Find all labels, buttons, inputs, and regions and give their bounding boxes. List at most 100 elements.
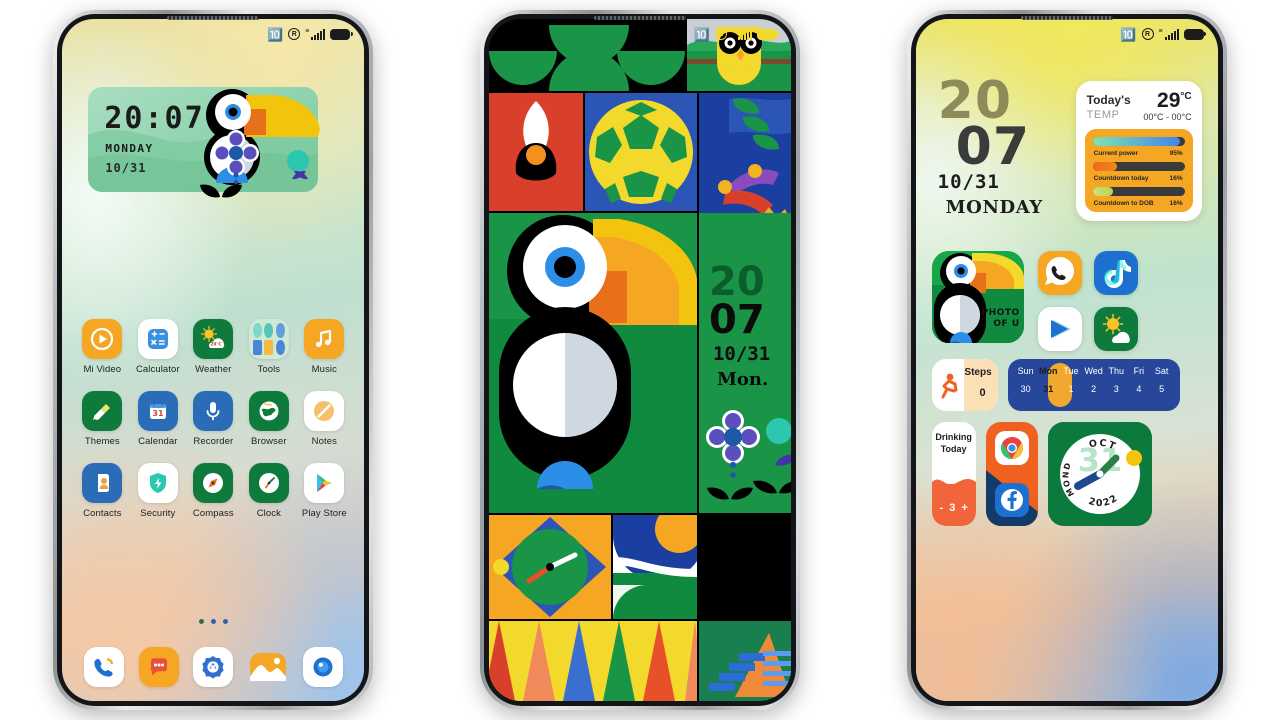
notes-icon bbox=[304, 391, 345, 431]
chrome-icon[interactable] bbox=[994, 431, 1029, 465]
green-arches-tile bbox=[488, 19, 685, 91]
gallery-icon[interactable] bbox=[248, 647, 288, 687]
date-cell[interactable]: 3 bbox=[1105, 384, 1127, 394]
wallpaper-minute: 07 bbox=[708, 297, 765, 343]
app-row-3: Contacts Security Compass Clock Play Sto… bbox=[76, 463, 350, 519]
progress-label: Countdown today bbox=[1093, 175, 1149, 182]
app-label: Weather bbox=[195, 364, 232, 375]
date-cell[interactable]: 1 bbox=[1060, 384, 1082, 394]
date-cell-selected[interactable]: 31 bbox=[1037, 384, 1059, 394]
settings-icon[interactable] bbox=[193, 647, 234, 687]
date-cell[interactable]: 4 bbox=[1128, 384, 1150, 394]
toucan-illustration bbox=[931, 251, 1024, 343]
drink-plus-button[interactable]: + bbox=[961, 502, 967, 514]
app-label: Browser bbox=[251, 436, 287, 447]
app-compass[interactable]: Compass bbox=[187, 463, 239, 519]
clock-date: 10/31 bbox=[937, 171, 1000, 193]
drinking-widget[interactable]: Drinking Today - 3 + bbox=[931, 422, 976, 526]
facebook-icon[interactable] bbox=[994, 483, 1029, 517]
weekday-label: Tue bbox=[1063, 366, 1079, 376]
app-play-store[interactable]: Play Store bbox=[298, 463, 350, 519]
photo-of-u-widget[interactable]: PHOTO OF U bbox=[931, 251, 1024, 343]
date-cell[interactable]: 30 bbox=[1015, 384, 1037, 394]
app-row-1: Mi Video Calculator 29°C Weather Tools M… bbox=[76, 319, 350, 375]
app-notes[interactable]: Notes bbox=[298, 391, 350, 447]
calendar-week-widget[interactable]: Sun Mon Tue Wed Thu Fri Sat 30 31 1 2 3 … bbox=[1007, 359, 1180, 411]
clock-weekday: MONDAY bbox=[945, 197, 1043, 218]
water-wave bbox=[931, 478, 976, 490]
app-contacts[interactable]: Contacts bbox=[76, 463, 128, 519]
progress-label: Current power bbox=[1093, 150, 1139, 157]
page-indicator[interactable] bbox=[62, 619, 364, 624]
phone-1-status-bar: 🔟 R ≡ bbox=[267, 26, 353, 42]
app-themes[interactable]: Themes bbox=[76, 391, 128, 447]
app-weather[interactable]: 29°C Weather bbox=[187, 319, 239, 375]
triangles-tile bbox=[488, 621, 697, 701]
temp-unit: °C bbox=[1180, 91, 1192, 102]
bluetooth-icon: 🔟 bbox=[693, 26, 710, 42]
mi-video-icon bbox=[82, 319, 123, 359]
signal-bars-icon bbox=[311, 28, 326, 40]
date-cell[interactable]: 5 bbox=[1151, 384, 1173, 394]
app-calendar[interactable]: 31 Calendar bbox=[132, 391, 184, 447]
analog-date-widget[interactable]: 31 OCT 2022 MONDAY bbox=[1047, 422, 1152, 526]
phone-1: 🔟 R ≡ 20:07 MONDAY 10/31 Mi Video Calcul… bbox=[53, 10, 374, 710]
weather-title: Today's bbox=[1086, 93, 1131, 107]
weather-sun-cloud-icon[interactable] bbox=[1093, 307, 1138, 351]
messages-icon[interactable] bbox=[138, 647, 179, 687]
vibrate-icon: ≡ bbox=[305, 27, 310, 35]
app-label: Contacts bbox=[83, 508, 122, 519]
tiktok-icon[interactable] bbox=[1093, 251, 1138, 295]
camera-icon[interactable] bbox=[302, 647, 343, 687]
phones-stage: 🔟 R ≡ 20:07 MONDAY 10/31 Mi Video Calcul… bbox=[0, 0, 1280, 720]
bluetooth-icon: 🔟 bbox=[1120, 26, 1137, 42]
mi-video-play-icon[interactable] bbox=[1037, 307, 1082, 351]
signal-bars-icon bbox=[737, 28, 752, 40]
wallpaper-date: 10/31 bbox=[712, 343, 771, 365]
weather-subtitle: TEMP bbox=[1086, 109, 1120, 121]
phone-2: 20 07 10/31 Mon. 🔟 R ≡ bbox=[479, 10, 800, 710]
phone-3-status-bar: 🔟 R ≡ bbox=[1120, 26, 1207, 42]
app-music[interactable]: Music bbox=[298, 319, 350, 375]
soccer-ball-tile bbox=[584, 93, 697, 211]
date-cell[interactable]: 2 bbox=[1083, 384, 1105, 394]
app-clock[interactable]: Clock bbox=[243, 463, 295, 519]
signal-bars-icon bbox=[1164, 28, 1179, 40]
earpiece-speaker bbox=[1020, 16, 1113, 20]
app-security[interactable]: Security bbox=[132, 463, 184, 519]
app-recorder[interactable]: Recorder bbox=[187, 391, 239, 447]
widget-day: MONDAY bbox=[105, 142, 154, 155]
temp-value: 29 bbox=[1157, 89, 1181, 112]
app-label: Security bbox=[140, 508, 176, 519]
steps-widget[interactable]: Steps 0 bbox=[931, 359, 998, 411]
phone-3-screen: 🔟 R ≡ 2 0 07 10/31 MONDAY Today's TEMP 29… bbox=[915, 19, 1218, 701]
phone-icon[interactable] bbox=[83, 647, 124, 687]
shortcut-stack-widget[interactable] bbox=[985, 422, 1038, 526]
app-mi-video[interactable]: Mi Video bbox=[76, 319, 128, 375]
app-browser[interactable]: Browser bbox=[243, 391, 295, 447]
clock-weather-widget[interactable]: 20:07 MONDAY 10/31 bbox=[88, 87, 321, 198]
battery-full-icon bbox=[330, 28, 353, 40]
steps-label: Steps bbox=[964, 367, 992, 378]
vibrate-icon: ≡ bbox=[731, 27, 736, 35]
app-tools-folder[interactable]: Tools bbox=[243, 319, 295, 375]
app-row-2: Themes 31 Calendar Recorder Browser Note… bbox=[76, 391, 350, 447]
progress-track bbox=[1092, 162, 1185, 171]
weather-widget[interactable]: Today's TEMP 29°C 00°C - 00°C Current po… bbox=[1075, 81, 1202, 221]
drink-minus-button[interactable]: - bbox=[940, 502, 944, 514]
progress-fill bbox=[1092, 137, 1181, 146]
phone-2-status-bar: 🔟 R ≡ bbox=[693, 26, 780, 42]
progress-track bbox=[1092, 137, 1185, 146]
progress-label: Countdown to DOB bbox=[1093, 200, 1154, 207]
music-icon bbox=[304, 319, 345, 359]
earpiece-speaker bbox=[167, 16, 260, 20]
app-label: Music bbox=[311, 364, 337, 375]
weekday-row: Sun Mon Tue Wed Thu Fri Sat bbox=[1015, 366, 1173, 376]
stairs-tile bbox=[698, 621, 791, 701]
clock-face-tile bbox=[488, 515, 611, 619]
progress-fill bbox=[1092, 187, 1113, 196]
whatsapp-icon[interactable] bbox=[1037, 251, 1082, 295]
do-not-disturb-icon: R bbox=[1141, 28, 1154, 40]
app-calculator[interactable]: Calculator bbox=[132, 319, 184, 375]
flower-plants-tile bbox=[705, 410, 791, 500]
